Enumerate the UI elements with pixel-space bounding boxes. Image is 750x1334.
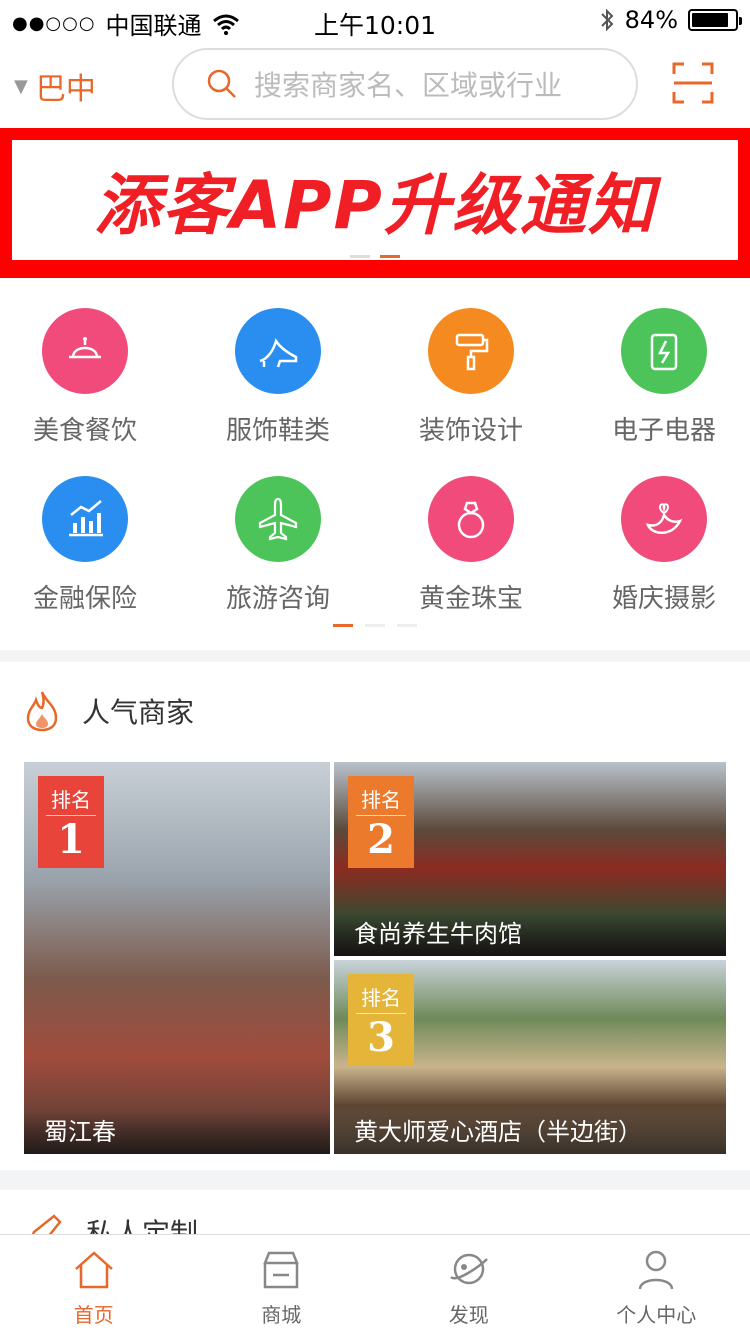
category-item[interactable]: 美食餐饮	[0, 308, 170, 447]
rank-label: 排名	[51, 788, 91, 812]
page-dot	[350, 255, 370, 258]
banner-title: 添客APP升级通知	[94, 167, 656, 244]
battery-icon	[688, 9, 742, 31]
category-item[interactable]: 旅游咨询	[193, 476, 363, 615]
category-icon-circle	[42, 476, 128, 562]
category-label: 电子电器	[611, 416, 716, 446]
shop-name: 蜀江春	[24, 1110, 330, 1154]
section-divider	[0, 650, 750, 662]
flame-icon	[26, 691, 58, 732]
city-name: 巴中	[35, 72, 96, 107]
tab-label: 发现	[448, 1303, 489, 1327]
shop-card[interactable]: 排名 2 食尚养生牛肉馆	[334, 762, 726, 956]
ring-icon	[457, 501, 485, 539]
category-grid: 美食餐饮 服饰鞋类 装饰设计 电子电器金融保险 旅游咨询 黄金珠宝 婚庆摄影	[0, 300, 750, 636]
category-icon-circle	[621, 308, 707, 394]
search-bar[interactable]: 搜索商家名、区域或行业	[172, 48, 638, 120]
category-icon-circle	[428, 308, 514, 394]
category-icon-circle	[621, 476, 707, 562]
tab-label: 商城	[261, 1303, 302, 1327]
scan-icon[interactable]	[672, 62, 714, 104]
category-label: 婚庆摄影	[611, 584, 716, 614]
city-selector[interactable]: ▼ 巴中	[14, 64, 96, 108]
category-icon-circle	[235, 308, 321, 394]
rank-number: 1	[46, 815, 96, 863]
shop-name: 食尚养生牛肉馆	[334, 912, 726, 956]
tab-bar: 首页 商城 发现 个人中心	[0, 1234, 750, 1334]
category-icon-circle	[235, 476, 321, 562]
category-item[interactable]: 服饰鞋类	[193, 308, 363, 447]
page-dot	[333, 624, 353, 627]
section-divider	[0, 1170, 750, 1190]
rank-label: 排名	[361, 788, 401, 812]
battery-percent: 84%	[624, 6, 678, 34]
category-pagination	[0, 624, 750, 627]
dropdown-triangle-icon: ▼	[14, 75, 28, 97]
category-item[interactable]: 婚庆摄影	[579, 476, 749, 615]
rank-number: 3	[356, 1013, 406, 1061]
planet-icon	[449, 1253, 488, 1285]
user-icon	[639, 1250, 674, 1290]
chart-icon	[69, 500, 103, 537]
rank-badge: 排名 2	[348, 776, 414, 868]
tab-item[interactable]: 首页	[0, 1235, 188, 1334]
tab-item[interactable]: 发现	[375, 1235, 563, 1334]
bird-icon	[645, 503, 683, 534]
tab-item[interactable]: 商城	[188, 1235, 376, 1334]
category-label: 服饰鞋类	[225, 416, 330, 446]
tab-item[interactable]: 个人中心	[563, 1235, 750, 1334]
status-right: 84%	[599, 6, 742, 34]
bluetooth-icon	[600, 8, 614, 32]
rank-badge: 排名 3	[348, 974, 414, 1066]
category-label: 黄金珠宝	[418, 584, 523, 614]
status-bar: ●●○○○ 中国联通 上午10:01 84%	[0, 0, 750, 40]
banner-frame: 添客APP升级通知	[12, 140, 738, 260]
page-dot	[365, 624, 385, 627]
category-label: 美食餐饮	[32, 416, 137, 446]
popular-title: 人气商家	[82, 696, 195, 729]
page-dot	[380, 255, 400, 258]
category-icon-circle	[42, 308, 128, 394]
category-item[interactable]: 金融保险	[0, 476, 170, 615]
banner-pagination	[0, 255, 750, 258]
page-dot	[397, 624, 417, 627]
category-item[interactable]: 电子电器	[579, 308, 749, 447]
store-icon	[263, 1251, 300, 1289]
promo-banner[interactable]: 添客APP升级通知	[0, 128, 750, 278]
category-label: 金融保险	[32, 584, 137, 614]
airplane-icon	[258, 497, 298, 541]
shop-card[interactable]: 排名 1 蜀江春	[24, 762, 330, 1154]
rank-number: 2	[356, 815, 406, 863]
cloche-icon	[69, 337, 101, 359]
category-icon-circle	[428, 476, 514, 562]
header: ▼ 巴中 搜索商家名、区域或行业	[0, 44, 750, 124]
search-placeholder: 搜索商家名、区域或行业	[254, 69, 563, 102]
tab-label: 首页	[73, 1303, 114, 1327]
category-item[interactable]: 黄金珠宝	[386, 476, 556, 615]
category-label: 旅游咨询	[225, 584, 330, 614]
rank-badge: 排名 1	[38, 776, 104, 868]
paint-roller-icon	[455, 333, 489, 371]
category-label: 装饰设计	[418, 416, 523, 446]
battery-icon	[650, 333, 678, 371]
search-icon	[207, 69, 236, 98]
shop-name: 黄大师爱心酒店（半边街）	[334, 1110, 726, 1154]
rank-label: 排名	[361, 986, 401, 1010]
shop-card[interactable]: 排名 3 黄大师爱心酒店（半边街）	[334, 960, 726, 1154]
category-item[interactable]: 装饰设计	[386, 308, 556, 447]
popular-header: 人气商家	[24, 690, 194, 732]
high-heel-icon	[259, 337, 298, 368]
tab-label: 个人中心	[616, 1303, 697, 1327]
home-icon	[74, 1251, 113, 1289]
